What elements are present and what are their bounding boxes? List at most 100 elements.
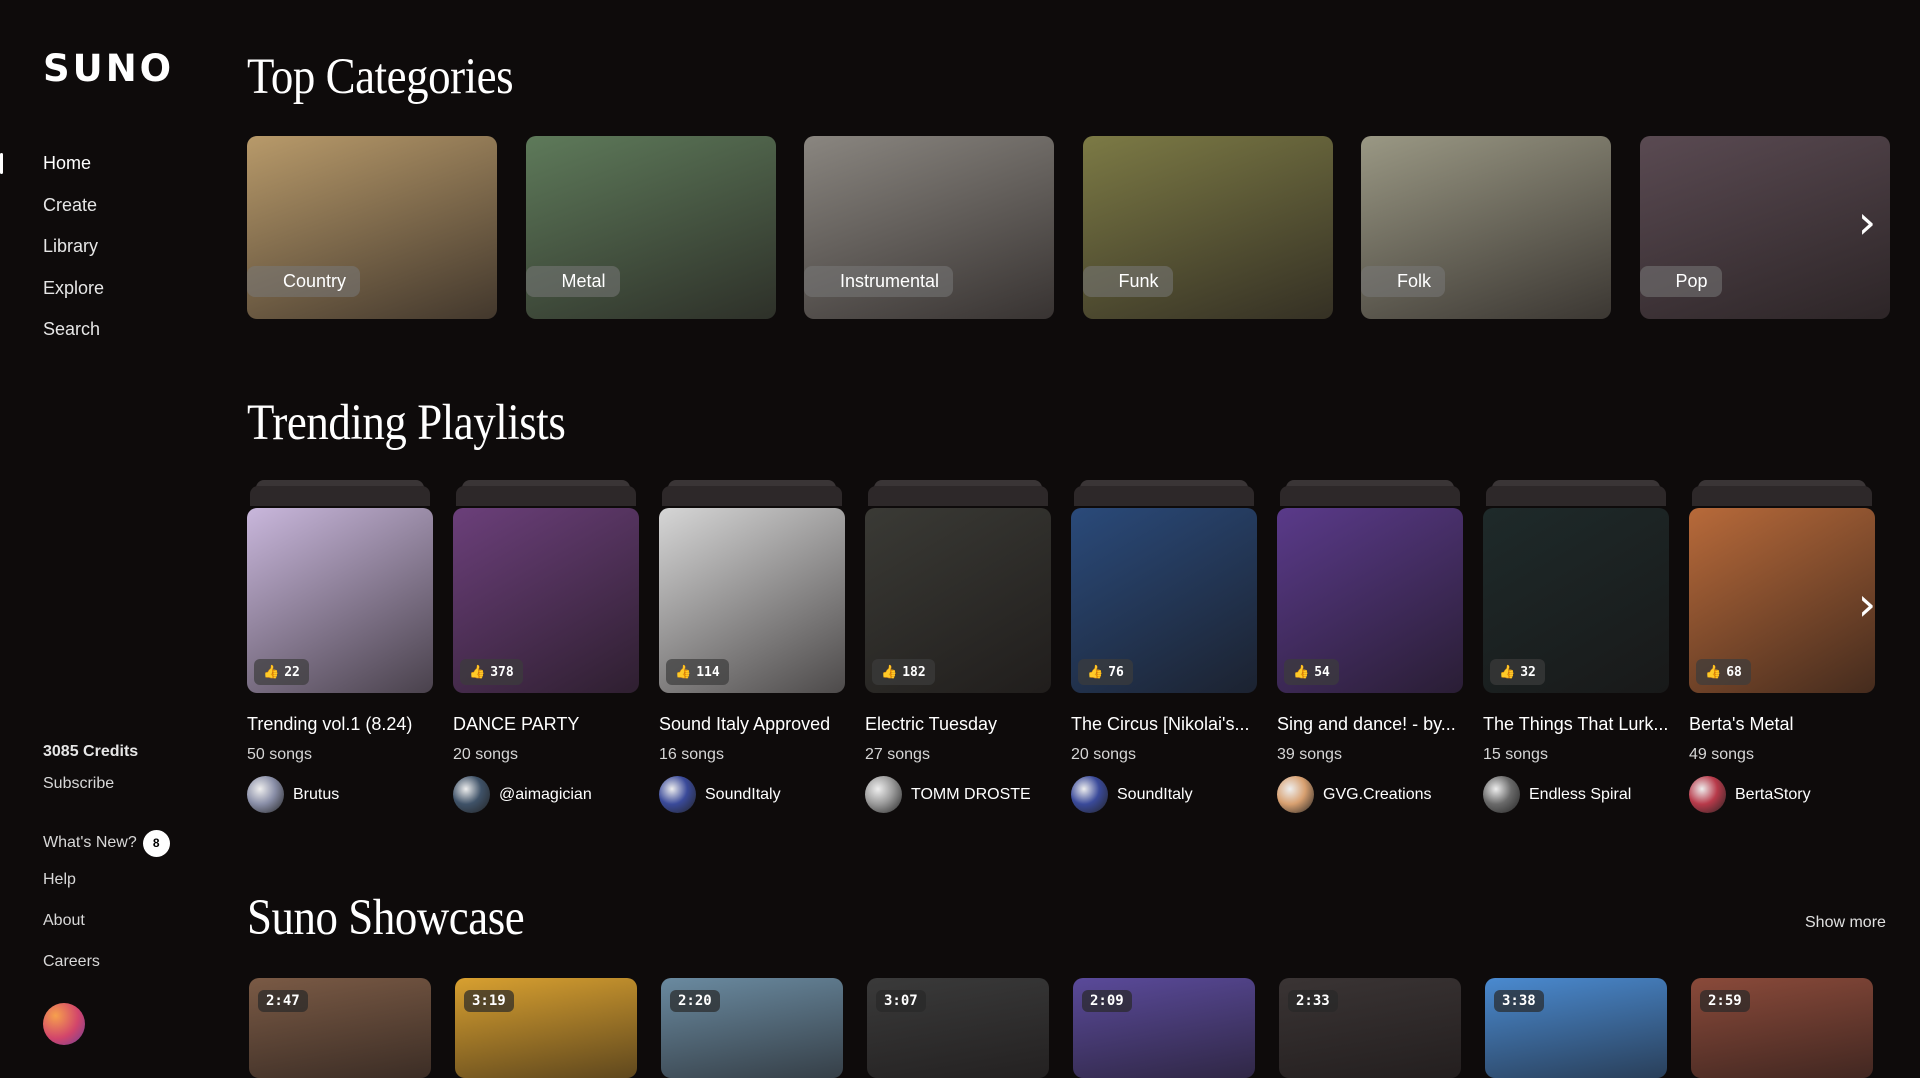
likes-count: 22: [284, 664, 300, 680]
playlists-carousel: 👍 22 Trending vol.1 (8.24) 50 songs Brutus 👍 3…: [247, 480, 1920, 820]
playlist-song-count: 27 songs: [865, 746, 930, 763]
sidebar: SUNO Home Create Library Explore Search …: [0, 0, 226, 1066]
author-avatar: [1071, 776, 1108, 813]
playlist-likes: 👍 378: [460, 659, 523, 685]
about-link[interactable]: About: [43, 906, 223, 947]
author-avatar: [865, 776, 902, 813]
likes-count: 68: [1726, 664, 1742, 680]
author-name: TOMM DROSTE: [911, 785, 1031, 803]
category-label: Country: [247, 266, 361, 297]
careers-link[interactable]: Careers: [43, 947, 223, 988]
author-avatar: [1483, 776, 1520, 813]
thumbs-up-icon: 👍: [881, 664, 898, 680]
playlist-cover[interactable]: 👍 114: [659, 508, 845, 693]
playlist-song-count: 39 songs: [1277, 746, 1342, 763]
author-avatar: [247, 776, 284, 813]
category-label: Instrumental: [804, 266, 954, 297]
playlist-likes: 👍 22: [254, 659, 309, 685]
user-avatar[interactable]: [43, 1003, 85, 1045]
playlist-title[interactable]: Sing and dance! - by...: [1277, 714, 1463, 735]
subscribe-link[interactable]: Subscribe: [43, 768, 223, 821]
showcase-song-card[interactable]: 3:38: [1485, 978, 1667, 1078]
author-name: @aimagician: [499, 785, 592, 803]
playlist-cover[interactable]: 👍 22: [247, 508, 433, 693]
playlist-title[interactable]: DANCE PARTY: [453, 714, 639, 735]
showcase-song-card[interactable]: 2:33: [1279, 978, 1461, 1078]
showcase-song-card[interactable]: 3:07: [867, 978, 1049, 1078]
playlist-stack-edge: [1074, 486, 1254, 506]
playlist-title[interactable]: The Circus [Nikolai's...: [1071, 714, 1257, 735]
showcase-song-card[interactable]: 2:20: [661, 978, 843, 1078]
show-more-link[interactable]: Show more: [1805, 914, 1886, 932]
playlist-title[interactable]: Sound Italy Approved: [659, 714, 845, 735]
playlist-title[interactable]: Berta's Metal: [1689, 714, 1875, 735]
playlist-author[interactable]: Brutus: [247, 776, 339, 813]
playlist-song-count: 49 songs: [1689, 746, 1754, 763]
category-card-funk[interactable]: Funk: [1082, 136, 1333, 319]
suno-logo[interactable]: SUNO: [43, 47, 174, 90]
playlists-next-arrow-icon[interactable]: ›: [1847, 577, 1887, 631]
nav-item-library[interactable]: Library: [0, 232, 226, 274]
main-content: Top Categories Country Metal Instrumental F…: [247, 0, 1920, 1078]
playlist-author[interactable]: TOMM DROSTE: [865, 776, 1031, 813]
help-link[interactable]: Help: [43, 865, 223, 906]
song-duration: 3:07: [876, 990, 926, 1012]
song-duration: 2:33: [1288, 990, 1338, 1012]
playlist-author[interactable]: SoundItaly: [1071, 776, 1193, 813]
category-label: Metal: [525, 266, 620, 297]
author-name: Endless Spiral: [1529, 785, 1632, 803]
playlist-likes: 👍 76: [1078, 659, 1133, 685]
suno-showcase-heading: Suno Showcase: [247, 890, 525, 946]
playlist-song-count: 50 songs: [247, 746, 312, 763]
song-duration: 2:59: [1700, 990, 1750, 1012]
playlist-likes: 👍 68: [1696, 659, 1751, 685]
playlist-title[interactable]: The Things That Lurk...: [1483, 714, 1669, 735]
nav-item-create[interactable]: Create: [0, 191, 226, 233]
playlist-likes: 👍 182: [872, 659, 935, 685]
playlist-title[interactable]: Trending vol.1 (8.24): [247, 714, 433, 735]
playlist-cover[interactable]: 👍 32: [1483, 508, 1669, 693]
playlist-stack-edge: [1692, 486, 1872, 506]
playlist-cover[interactable]: 👍 76: [1071, 508, 1257, 693]
thumbs-up-icon: 👍: [675, 664, 692, 680]
showcase-song-card[interactable]: 2:09: [1073, 978, 1255, 1078]
playlist-cover[interactable]: 👍 54: [1277, 508, 1463, 693]
likes-count: 182: [902, 664, 926, 680]
playlist-author[interactable]: SoundItaly: [659, 776, 781, 813]
playlist-cover[interactable]: 👍 182: [865, 508, 1051, 693]
categories-next-arrow-icon[interactable]: ›: [1847, 195, 1887, 249]
playlist-author[interactable]: GVG.Creations: [1277, 776, 1431, 813]
playlist-author[interactable]: @aimagician: [453, 776, 592, 813]
likes-count: 32: [1520, 664, 1536, 680]
author-name: SoundItaly: [1117, 785, 1193, 803]
playlist-title[interactable]: Electric Tuesday: [865, 714, 1051, 735]
playlist-stack-edge: [1486, 486, 1666, 506]
playlist-likes: 👍 32: [1490, 659, 1545, 685]
playlist-cover[interactable]: 👍 378: [453, 508, 639, 693]
playlist-author[interactable]: BertaStory: [1689, 776, 1811, 813]
category-card-instrumental[interactable]: Instrumental: [804, 136, 1054, 319]
thumbs-up-icon: 👍: [1499, 664, 1516, 680]
playlist-song-count: 20 songs: [1071, 746, 1136, 763]
playlist-stack-edge: [1280, 486, 1460, 506]
showcase-song-card[interactable]: 3:19: [455, 978, 637, 1078]
song-duration: 2:47: [258, 990, 308, 1012]
showcase-song-card[interactable]: 2:59: [1691, 978, 1873, 1078]
playlist-likes: 👍 114: [666, 659, 729, 685]
thumbs-up-icon: 👍: [263, 664, 280, 680]
category-card-folk[interactable]: Folk: [1361, 136, 1611, 319]
showcase-song-card[interactable]: 2:47: [249, 978, 431, 1078]
whats-new-link[interactable]: What's New? 8: [43, 821, 223, 865]
category-card-country[interactable]: Country: [247, 136, 497, 319]
author-name: BertaStory: [1735, 785, 1811, 803]
author-name: SoundItaly: [705, 785, 781, 803]
categories-carousel: Country Metal Instrumental Funk Folk Pop ›: [247, 136, 1920, 319]
playlist-author[interactable]: Endless Spiral: [1483, 776, 1631, 813]
nav-item-explore[interactable]: Explore: [0, 274, 226, 316]
nav-item-search[interactable]: Search: [0, 315, 226, 357]
top-categories-heading: Top Categories: [247, 49, 514, 105]
showcase-carousel: 2:47 3:19 2:20 3:07 2:09 2:33 3:38 2:59: [247, 978, 1920, 1078]
category-card-metal[interactable]: Metal: [525, 136, 776, 319]
author-name: Brutus: [293, 785, 340, 803]
nav-item-home[interactable]: Home: [0, 149, 226, 191]
